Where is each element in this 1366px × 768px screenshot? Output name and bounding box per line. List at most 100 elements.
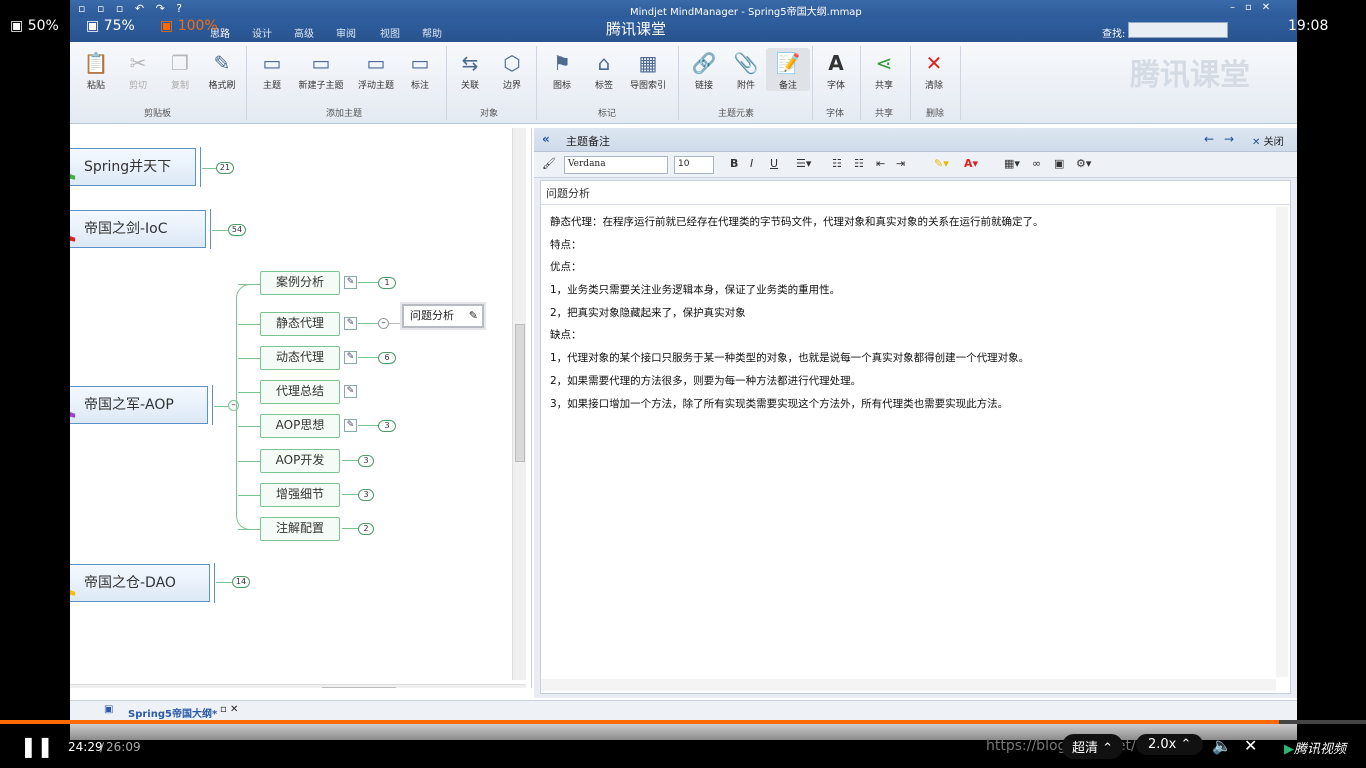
opacity-option[interactable]: ▣ 75% — [86, 18, 135, 34]
group-add-topic: 添加主题 — [326, 109, 363, 119]
mindmanager-window: ▫ ▫ ▫ ↶ ↷ ? Mindjet MindManager - Spring… — [70, 0, 1297, 740]
subtopic-annotation-config[interactable]: 注解配置 — [260, 517, 340, 541]
notes-topic-title: 问题分析 — [541, 181, 1290, 205]
floating-topic-button[interactable]: ▭ 浮动主题 — [352, 48, 400, 91]
map-horizontal-scrollbar[interactable] — [70, 684, 526, 688]
highlight-icon[interactable]: ✎▾ — [934, 157, 949, 170]
scroll-thumb[interactable] — [515, 324, 525, 462]
quick-access-toolbar[interactable]: ▫ ▫ ▫ ↶ ↷ ? — [78, 2, 186, 15]
notes-toolbar: 🖌 Verdana 10 B I U ☰▾ ☷ ☷ ⇤ ⇥ ✎▾ A▾ ▦▾ ∞… — [534, 152, 1297, 178]
link-button[interactable]: 🔗 链接 — [682, 48, 726, 91]
subtopic-aop-dev[interactable]: AOP开发 — [260, 449, 340, 473]
topic-button[interactable]: ▭ 主题 — [250, 48, 294, 91]
note-icon[interactable]: ✎ — [344, 351, 357, 364]
font-name-select[interactable]: Verdana — [564, 156, 668, 174]
ribbon: 📋 粘贴 ✂ 剪切 ❐ 复制 ✎ 格式刷 ▭ 主题 ▭ 新建子主题 ▭ 浮动主题 ▭ 标注 ⇆ 关… — [70, 42, 1297, 124]
attachment-button[interactable]: 📎 附件 — [724, 48, 768, 91]
callout-button[interactable]: ▭ 标注 — [398, 48, 442, 91]
tab-design[interactable]: 设计 — [252, 25, 272, 40]
note-icon[interactable]: ✎ — [344, 385, 357, 398]
font-size-select[interactable]: 10 — [674, 156, 714, 174]
bullet-list-icon[interactable]: ☷ — [854, 157, 864, 170]
format-painter-button[interactable]: ✎ 格式刷 — [200, 48, 244, 91]
flag-icon: ⚑ — [70, 161, 77, 197]
tab-view[interactable]: 视图 — [380, 25, 400, 40]
tag-button[interactable]: ⌂ 标签 — [582, 48, 626, 91]
collapse-pane-icon[interactable]: « — [542, 132, 550, 146]
font-color-icon[interactable]: A▾ — [964, 157, 978, 170]
main-topic-aop[interactable]: ⚑帝国之军-AOP — [70, 385, 213, 425]
subtopic-static-proxy[interactable]: 静态代理 — [260, 312, 340, 336]
tab-review[interactable]: 审阅 — [336, 25, 356, 40]
hyperlink-icon[interactable]: ∞ — [1032, 157, 1041, 170]
cut-button[interactable]: ✂ 剪切 — [116, 48, 160, 91]
relationship-button[interactable]: ⇆ 关联 — [448, 48, 492, 91]
note-line: 2，如果需要代理的方法很多，则要为每一种方法都进行代理处理。 — [550, 375, 862, 387]
paste-button[interactable]: 📋 粘贴 — [74, 48, 118, 91]
speed-button[interactable]: 2.0x ⌃ — [1136, 734, 1204, 755]
pause-button[interactable]: ❚❚ — [20, 734, 54, 758]
next-arrow-icon[interactable]: → — [1224, 132, 1234, 146]
format-painter-icon[interactable]: 🖌 — [542, 157, 556, 170]
note-icon[interactable]: ✎ — [344, 276, 357, 289]
prev-arrow-icon[interactable]: ← — [1204, 132, 1214, 146]
subtopic-proxy-summary[interactable]: 代理总结 — [260, 380, 340, 404]
quality-button[interactable]: 超清 ⌃ — [1062, 734, 1124, 759]
close-tab-icon[interactable]: ▫ ✕ — [220, 704, 238, 715]
image-icon[interactable]: ▣ — [1054, 157, 1064, 170]
map-vertical-scrollbar[interactable] — [512, 128, 526, 680]
underline-button[interactable]: U — [770, 157, 778, 170]
boundary-button[interactable]: ⬡ 边界 — [490, 48, 534, 91]
volume-icon[interactable]: 🔈 — [1212, 736, 1232, 755]
outdent-icon[interactable]: ⇤ — [876, 157, 885, 170]
notes-scrollbar[interactable] — [1276, 207, 1288, 677]
font-button[interactable]: A 字体 — [814, 48, 858, 91]
map-index-button[interactable]: ▦ 导图索引 — [624, 48, 672, 91]
collapse-toggle[interactable]: – — [378, 318, 389, 329]
tab-help[interactable]: 帮助 — [422, 25, 442, 40]
document-tab[interactable]: Spring5帝国大纲* — [128, 705, 217, 720]
mindmap-canvas[interactable]: ⚑Spring并天下 21 ⚑帝国之剑-IoC 54 ⚑帝国之军-AOP – ⚑… — [70, 128, 532, 688]
notes-editor[interactable]: 问题分析 静态代理：在程序运行前就已经存在代理类的字节码文件，代理对象和真实对象… — [540, 180, 1291, 694]
scroll-thumb[interactable] — [322, 687, 396, 688]
window-icon: ▣ — [10, 18, 28, 34]
fullscreen-exit-icon[interactable]: ✕ — [1244, 736, 1257, 755]
opacity-option-active[interactable]: ▣ 100% — [160, 18, 218, 34]
tab-advanced[interactable]: 高级 — [294, 25, 314, 40]
subtopic-dynamic-proxy[interactable]: 动态代理 — [260, 346, 340, 370]
share-button[interactable]: ⋖ 共享 — [862, 48, 906, 91]
window-icon: ▣ — [86, 18, 104, 34]
align-button[interactable]: ☰▾ — [796, 157, 811, 170]
boundary-icon: ⬡ — [503, 51, 521, 75]
indent-icon[interactable]: ⇥ — [896, 157, 905, 170]
numbered-list-icon[interactable]: ☷ — [832, 157, 842, 170]
subtopic-case-analysis[interactable]: 案例分析 — [260, 271, 340, 295]
count-badge: 1 — [378, 277, 396, 289]
close-pane-button[interactable]: ✕ 关闭 — [1252, 133, 1284, 148]
italic-button[interactable]: I — [750, 157, 753, 170]
subtopic-aop-idea[interactable]: AOP思想 — [260, 414, 340, 438]
delete-button[interactable]: ✕ 清除 — [912, 48, 956, 91]
notes-h-scrollbar[interactable] — [541, 679, 1276, 691]
note-line: 1，业务类只需要关注业务逻辑本身，保证了业务类的重用性。 — [550, 284, 841, 296]
note-icon[interactable]: ✎ — [344, 419, 357, 432]
opacity-option[interactable]: ▣ 50% — [10, 18, 59, 34]
bold-button[interactable]: B — [730, 157, 738, 170]
callout-icon: ▭ — [410, 51, 430, 75]
main-topic-ioc[interactable]: ⚑帝国之剑-IoC — [70, 209, 211, 249]
selected-topic-problem-analysis[interactable]: 问题分析 ✎ — [402, 304, 484, 328]
main-topic-dao[interactable]: ⚑帝国之仓-DAO — [70, 563, 215, 603]
table-icon[interactable]: ▦▾ — [1004, 157, 1020, 170]
note-line: 2，把真实对象隐藏起来了，保护真实对象 — [550, 307, 746, 319]
brand-logo: ▶腾讯视频 — [1284, 742, 1347, 757]
new-subtopic-button[interactable]: ▭ 新建子主题 — [292, 48, 350, 91]
subtopic-advice-details[interactable]: 增强细节 — [260, 483, 340, 507]
main-topic-spring[interactable]: ⚑Spring并天下 — [70, 147, 201, 187]
note-icon[interactable]: ✎ — [344, 317, 357, 330]
more-options-icon[interactable]: ⚙▾ — [1076, 157, 1091, 170]
search-input[interactable] — [1128, 22, 1228, 38]
window-controls[interactable]: –▫✕ — [1230, 2, 1280, 13]
copy-button[interactable]: ❐ 复制 — [158, 48, 202, 91]
icon-marker-button[interactable]: ⚑ 图标 — [540, 48, 584, 91]
notes-button[interactable]: 📝 备注 — [766, 48, 810, 91]
